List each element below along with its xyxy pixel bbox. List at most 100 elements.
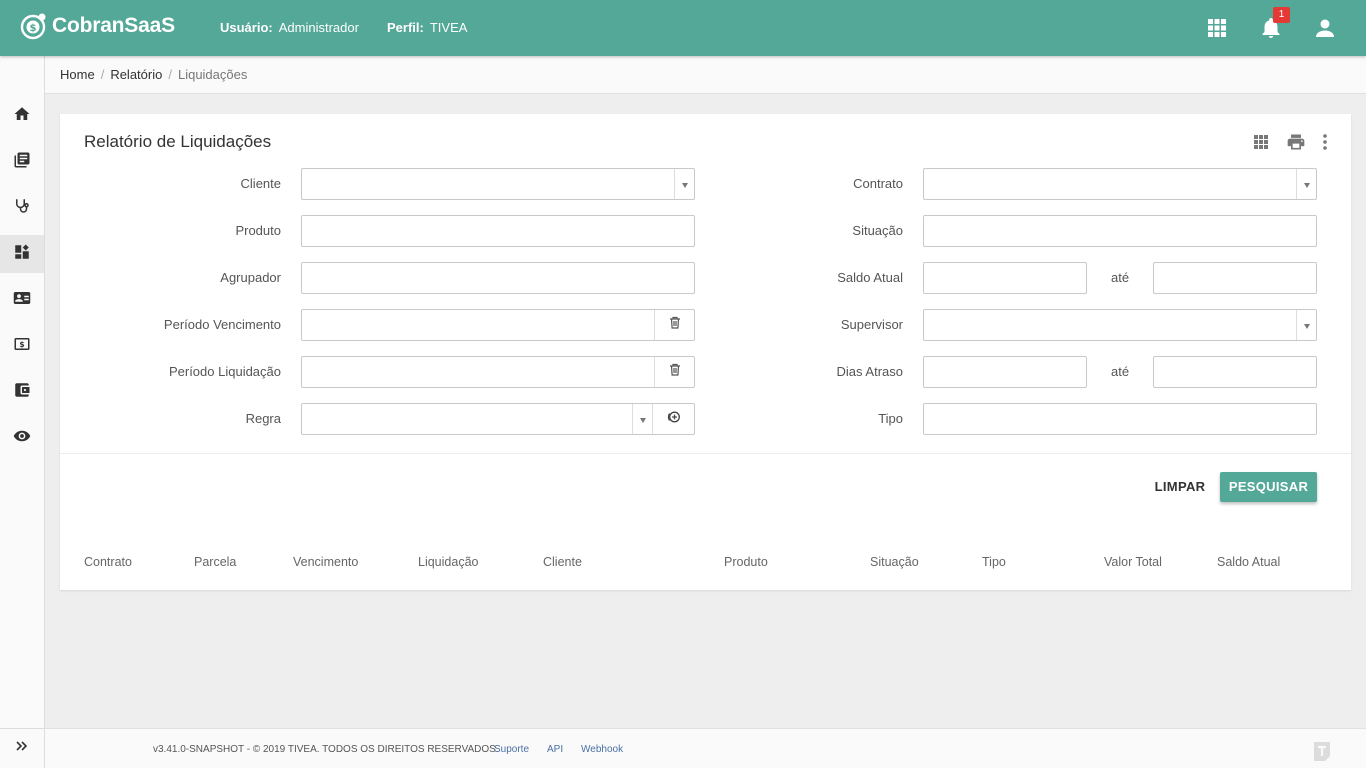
sidebar-expand-button[interactable]	[0, 728, 44, 768]
breadcrumb: Home / Relatório / Liquidações	[45, 56, 1366, 94]
grid-icon[interactable]	[1250, 131, 1272, 153]
user-info: Usuário: Administrador	[220, 20, 359, 36]
periodo-vencimento-field[interactable]	[301, 309, 695, 341]
periodo-vencimento-label: Período Vencimento	[163, 317, 281, 332]
column-header-saldo-atual[interactable]: Saldo Atual	[1217, 554, 1280, 570]
add-circle-icon	[667, 410, 681, 429]
profile-value: TIVEA	[429, 20, 468, 35]
regra-select[interactable]	[301, 403, 695, 435]
chevron-down-icon[interactable]	[674, 169, 694, 199]
notification-badge[interactable]: 1	[1273, 7, 1290, 23]
tivea-logo-icon	[1312, 739, 1332, 761]
sidebar-item-reports[interactable]	[0, 235, 44, 273]
saldo-atual-min-field[interactable]	[923, 262, 1087, 294]
clear-periodo-vencimento-button[interactable]	[654, 310, 694, 340]
more-vert-icon[interactable]	[1314, 131, 1336, 153]
saldo-atual-max-field[interactable]	[1153, 262, 1317, 294]
footer-link-suporte[interactable]: Suporte	[494, 729, 529, 768]
footer-link-api[interactable]: API	[547, 729, 563, 768]
tipo-field[interactable]	[923, 403, 1317, 435]
sidebar-item-home[interactable]	[0, 97, 44, 135]
breadcrumb-separator: /	[100, 67, 105, 82]
eye-icon	[13, 427, 31, 450]
profile-info: Perfil: TIVEA	[387, 20, 467, 36]
svg-text:$: $	[30, 23, 37, 34]
tipo-input[interactable]	[924, 404, 1316, 434]
saldo-atual-min-input[interactable]	[924, 263, 1086, 293]
dias-atraso-max-input[interactable]	[1154, 357, 1316, 387]
column-header-vencimento[interactable]: Vencimento	[293, 554, 358, 570]
agrupador-label: Agrupador	[220, 270, 281, 285]
user-label: Usuário:	[220, 20, 273, 35]
produto-input[interactable]	[302, 216, 694, 246]
breadcrumb-home[interactable]: Home	[60, 67, 95, 82]
sidebar-item-health[interactable]	[0, 189, 44, 227]
saldo-atual-max-input[interactable]	[1154, 263, 1316, 293]
apps-grid-icon[interactable]	[1205, 16, 1229, 40]
regra-label: Regra	[245, 411, 281, 426]
column-header-situacao[interactable]: Situação	[870, 554, 919, 570]
home-icon	[13, 105, 31, 128]
print-icon[interactable]	[1285, 131, 1307, 153]
regra-input[interactable]	[302, 404, 636, 434]
user-icon[interactable]	[1313, 16, 1337, 40]
column-header-tipo[interactable]: Tipo	[982, 554, 1006, 570]
limpar-button[interactable]: LIMPAR	[1147, 472, 1213, 502]
tipo-label: Tipo	[878, 411, 903, 426]
footer-copyright: v3.41.0-SNAPSHOT - © 2019 TIVEA. TODOS O…	[153, 744, 499, 755]
contrato-input[interactable]	[924, 169, 1316, 199]
column-header-contrato[interactable]: Contrato	[84, 554, 132, 570]
sidebar-item-wallet[interactable]	[0, 373, 44, 411]
column-header-parcela[interactable]: Parcela	[194, 554, 236, 570]
saldo-atual-label: Saldo Atual	[837, 270, 903, 285]
column-header-valor-total[interactable]: Valor Total	[1104, 554, 1162, 570]
periodo-liquidacao-label: Período Liquidação	[168, 364, 281, 379]
money-icon: $	[13, 335, 31, 358]
footer: v3.41.0-SNAPSHOT - © 2019 TIVEA. TODOS O…	[45, 728, 1366, 768]
pesquisar-button[interactable]: PESQUISAR	[1220, 472, 1317, 502]
breadcrumb-relatorio[interactable]: Relatório	[110, 67, 162, 82]
agrupador-input[interactable]	[302, 263, 694, 293]
contrato-select[interactable]	[923, 168, 1317, 200]
dias-atraso-max-field[interactable]	[1153, 356, 1317, 388]
trash-icon	[669, 316, 681, 334]
situacao-field[interactable]	[923, 215, 1317, 247]
sidebar: $	[0, 56, 45, 768]
situacao-input[interactable]	[924, 216, 1316, 246]
chevron-down-icon[interactable]	[1296, 169, 1316, 199]
supervisor-label: Supervisor	[840, 317, 903, 332]
clear-periodo-liquidacao-button[interactable]	[654, 357, 694, 387]
logo-coin-icon: $	[20, 12, 48, 40]
column-header-cliente[interactable]: Cliente	[543, 554, 582, 570]
periodo-liquidacao-field[interactable]	[301, 356, 695, 388]
sidebar-item-monitor[interactable]	[0, 419, 44, 457]
periodo-vencimento-input[interactable]	[302, 310, 656, 340]
contact-card-icon	[13, 289, 31, 312]
cliente-select[interactable]	[301, 168, 695, 200]
dias-atraso-min-input[interactable]	[924, 357, 1086, 387]
trash-icon	[669, 363, 681, 381]
contrato-label: Contrato	[853, 176, 903, 191]
dias-atraso-min-field[interactable]	[923, 356, 1087, 388]
supervisor-input[interactable]	[924, 310, 1316, 340]
footer-link-webhook[interactable]: Webhook	[581, 729, 623, 768]
produto-field[interactable]	[301, 215, 695, 247]
sidebar-item-finance[interactable]: $	[0, 327, 44, 365]
periodo-liquidacao-input[interactable]	[302, 357, 656, 387]
agrupador-field[interactable]	[301, 262, 695, 294]
sidebar-item-library[interactable]	[0, 143, 44, 181]
profile-label: Perfil:	[387, 20, 424, 35]
dias-atraso-label: Dias Atraso	[836, 364, 903, 379]
user-value: Administrador	[278, 20, 359, 35]
chevron-down-icon[interactable]	[632, 404, 652, 434]
supervisor-select[interactable]	[923, 309, 1317, 341]
add-regra-button[interactable]	[652, 404, 694, 434]
sidebar-item-contacts[interactable]	[0, 281, 44, 319]
chevron-down-icon[interactable]	[1296, 310, 1316, 340]
column-header-liquidacao[interactable]: Liquidação	[418, 554, 478, 570]
column-header-produto[interactable]: Produto	[724, 554, 768, 570]
app-logo[interactable]: $ CobranSaaS	[20, 12, 175, 40]
dashboard-icon	[13, 243, 31, 266]
cliente-input[interactable]	[302, 169, 694, 199]
app-name: CobranSaaS	[52, 14, 175, 37]
